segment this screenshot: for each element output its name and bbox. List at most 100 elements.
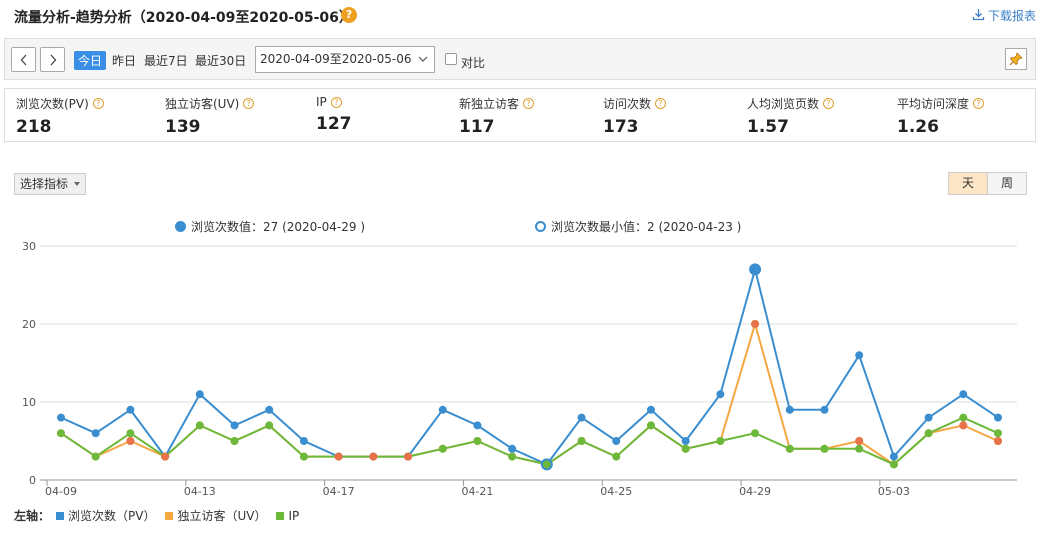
data-point <box>126 429 135 438</box>
x-tick-label: 04-17 <box>323 485 355 498</box>
page-title: 流量分析-趋势分析（2020-04-09至2020-05-06） <box>14 10 353 26</box>
uv-point <box>959 421 968 430</box>
data-point <box>820 405 829 414</box>
granularity-day-button[interactable]: 天 <box>948 172 988 195</box>
metric-pages-per-user: 人均浏览页数? 1.57 <box>747 95 835 137</box>
data-point <box>889 460 898 469</box>
data-point <box>57 413 65 422</box>
data-point <box>57 429 65 438</box>
quick-yesterday[interactable]: 昨日 <box>112 52 136 69</box>
legend-item-uv[interactable]: 独立访客（UV） <box>165 507 266 524</box>
help-icon[interactable]: ? <box>973 98 985 109</box>
granularity-week-button[interactable]: 周 <box>987 172 1027 195</box>
chevron-down-icon <box>418 47 428 81</box>
compare-checkbox[interactable] <box>445 53 457 65</box>
metric-label: 访问次数 <box>603 97 652 111</box>
help-icon[interactable]: ? <box>655 98 667 109</box>
chart-legend: 左轴： 浏览次数（PV） 独立访客（UV） IP <box>14 507 305 524</box>
next-period-button[interactable] <box>40 47 65 72</box>
data-point <box>924 413 933 422</box>
help-icon[interactable]: ? <box>92 98 104 109</box>
left-axis-label: 左轴： <box>14 509 51 523</box>
help-icon[interactable]: ? <box>341 7 357 23</box>
data-point <box>785 405 794 414</box>
download-report-link[interactable]: 下载报表 <box>972 7 1036 24</box>
help-icon[interactable]: ? <box>823 98 835 109</box>
y-tick-label: 10 <box>22 396 36 409</box>
metric-value: 127 <box>316 114 352 134</box>
download-label: 下载报表 <box>987 9 1036 23</box>
data-point <box>646 405 655 414</box>
data-point <box>855 444 864 453</box>
pin-icon <box>1009 52 1023 66</box>
quick-today[interactable]: 今日 <box>74 51 107 70</box>
metric-ip: IP? 127 <box>316 95 352 134</box>
series-line <box>60 265 999 466</box>
data-point <box>508 452 517 461</box>
prev-period-button[interactable] <box>11 47 36 72</box>
data-point <box>265 421 274 430</box>
legend-label: IP <box>288 508 300 523</box>
overlap-point <box>369 452 378 461</box>
data-point <box>785 444 794 453</box>
data-point <box>577 413 586 422</box>
metric-value: 117 <box>459 117 495 137</box>
metric-value: 139 <box>165 117 201 137</box>
metric-label: 浏览次数(PV) <box>16 97 89 111</box>
legend-item-pv[interactable]: 浏览次数（PV） <box>56 507 155 524</box>
data-point <box>195 390 204 399</box>
max-value-note: 浏览次数值：27 (2020-04-29 ) <box>175 218 365 235</box>
data-point <box>855 351 864 360</box>
data-point <box>126 405 135 414</box>
data-point <box>438 405 447 414</box>
quick-last30[interactable]: 最近30日 <box>195 52 246 69</box>
legend-label: 浏览次数（PV） <box>68 509 156 523</box>
data-point <box>959 390 968 399</box>
data-point <box>612 452 621 461</box>
help-icon[interactable]: ? <box>523 98 535 109</box>
max-value-label: 浏览次数值：27 (2020-04-29 ) <box>191 220 366 234</box>
legend-item-ip[interactable]: IP <box>276 509 299 523</box>
date-toolbar: 今日 昨日 最近7日 最近30日 2020-04-09至2020-05-06 对… <box>4 38 1036 80</box>
pin-button[interactable] <box>1005 48 1027 70</box>
data-point <box>681 437 690 445</box>
data-point <box>299 437 308 445</box>
legend-swatch <box>276 511 285 520</box>
title-bar: 流量分析-趋势分析（2020-04-09至2020-05-06） ? 下载报表 <box>0 0 1040 34</box>
metric-label: IP <box>316 95 327 109</box>
uv-point <box>126 437 135 445</box>
metric-value: 173 <box>603 117 639 137</box>
data-point <box>646 421 655 430</box>
y-tick-label: 20 <box>22 318 36 331</box>
date-range-select[interactable]: 2020-04-09至2020-05-06 <box>255 46 435 73</box>
y-tick-label: 0 <box>29 474 36 487</box>
caret-down-icon <box>74 182 80 186</box>
quick-last7[interactable]: 最近7日 <box>144 52 188 69</box>
overlap-point <box>404 452 413 461</box>
compare-label: 对比 <box>461 56 486 70</box>
data-point <box>473 421 482 430</box>
data-point <box>924 429 933 438</box>
data-point <box>508 444 517 453</box>
data-point <box>994 413 1002 422</box>
metric-pv: 浏览次数(PV)? 218 <box>16 95 104 137</box>
trend-line-chart: 0 10 20 30 04-09 04-13 04-17 04-21 04-25 04-29 05-… <box>22 240 1017 498</box>
help-icon[interactable]: ? <box>243 98 255 109</box>
data-point <box>994 429 1002 438</box>
min-point-marker <box>540 458 553 471</box>
data-point <box>716 390 725 399</box>
data-point <box>299 452 308 461</box>
overlap-point <box>334 452 343 461</box>
metric-value: 1.26 <box>897 117 939 137</box>
help-icon[interactable]: ? <box>330 96 342 108</box>
x-tick-label: 04-09 <box>45 485 77 498</box>
metric-value: 218 <box>16 117 52 137</box>
metrics-summary: 浏览次数(PV)? 218 独立访客(UV)? 139 IP? 127 新独立访… <box>4 88 1036 142</box>
select-metric-label: 选择指标 <box>20 177 69 191</box>
select-metric-dropdown[interactable]: 选择指标 <box>14 173 86 195</box>
download-icon <box>972 8 985 24</box>
uv-point <box>994 437 1002 445</box>
data-point <box>265 405 274 414</box>
y-tick-label: 30 <box>22 240 36 253</box>
metric-label: 独立访客(UV) <box>165 97 240 111</box>
